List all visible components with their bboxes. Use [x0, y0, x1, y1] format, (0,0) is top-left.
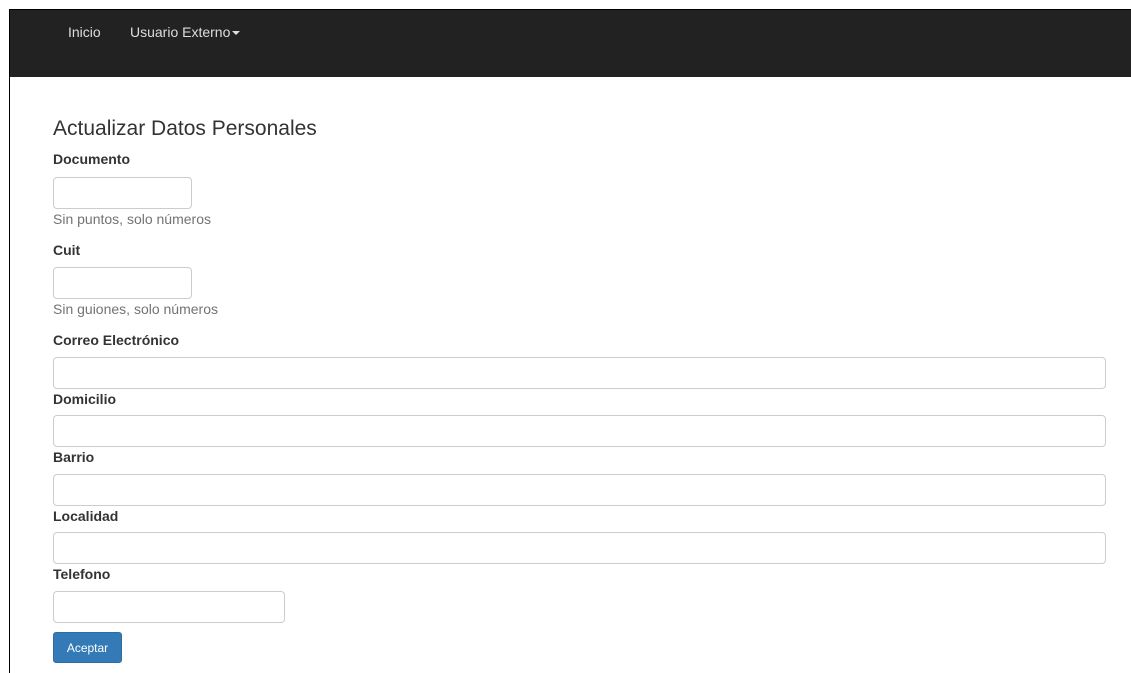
telefono-label: Telefono	[53, 566, 111, 582]
caret-down-icon	[232, 31, 241, 36]
left-border	[9, 77, 10, 673]
cuit-input[interactable]	[53, 267, 192, 299]
correo-label: Correo Electrónico	[53, 332, 180, 348]
cuit-label: Cuit	[53, 242, 81, 258]
localidad-label: Localidad	[53, 508, 119, 524]
localidad-input[interactable]	[53, 532, 1106, 564]
domicilio-label: Domicilio	[53, 391, 117, 407]
page-title: Actualizar Datos Personales	[53, 117, 317, 140]
documento-input[interactable]	[53, 177, 192, 209]
nav-inicio-link[interactable]: Inicio	[68, 24, 101, 40]
barrio-label: Barrio	[53, 449, 95, 465]
cuit-help-text: Sin guiones, solo números	[53, 301, 218, 317]
documento-label: Documento	[53, 151, 130, 167]
barrio-input[interactable]	[53, 474, 1106, 506]
nav-usuario-externo-label: Usuario Externo	[130, 24, 231, 40]
documento-help-text: Sin puntos, solo números	[53, 211, 211, 227]
telefono-input[interactable]	[53, 591, 285, 623]
aceptar-button[interactable]: Aceptar	[53, 632, 122, 663]
correo-input[interactable]	[53, 357, 1106, 389]
top-navbar: Inicio Usuario Externo	[9, 9, 1131, 77]
nav-usuario-externo-dropdown[interactable]: Usuario Externo	[130, 24, 241, 40]
domicilio-input[interactable]	[53, 415, 1106, 447]
